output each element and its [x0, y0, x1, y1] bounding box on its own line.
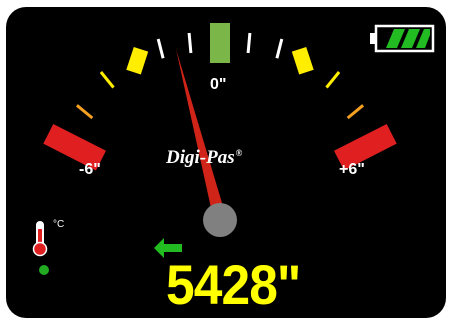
brand-logo: Digi-Pas® — [166, 147, 242, 169]
display-screen: -6" 0" +6" Digi-Pas® °C 5428" — [6, 7, 446, 318]
brand-registered-mark: ® — [235, 147, 243, 158]
scale-tick-right-1 — [246, 32, 252, 54]
gauge-needle-hub — [203, 203, 237, 237]
scale-tick-right-3 — [325, 71, 341, 89]
scale-tick-left-3 — [99, 71, 115, 89]
scale-tick-right-2 — [275, 38, 284, 59]
scale-tick-left-1 — [187, 32, 193, 54]
scale-block-right-yellow — [291, 47, 314, 75]
scale-tick-left-4 — [75, 104, 94, 120]
scale-label-center: 0" — [210, 76, 227, 93]
temperature-unit: °C — [53, 219, 65, 230]
temperature-status-dot — [39, 265, 49, 275]
scale-label-right: +6" — [339, 161, 365, 178]
measurement-readout: 5428" — [166, 253, 301, 316]
scale-tick-right-4 — [346, 104, 365, 120]
scale-block-left-yellow — [126, 47, 149, 75]
scale-tick-left-2 — [156, 38, 165, 59]
gauge-needle — [176, 49, 225, 217]
battery-icon — [370, 24, 435, 53]
brand-name: Digi-Pas — [166, 147, 235, 168]
scale-label-left: -6" — [79, 161, 101, 178]
scale-center-mark — [210, 23, 230, 63]
thermometer-icon — [32, 221, 48, 257]
